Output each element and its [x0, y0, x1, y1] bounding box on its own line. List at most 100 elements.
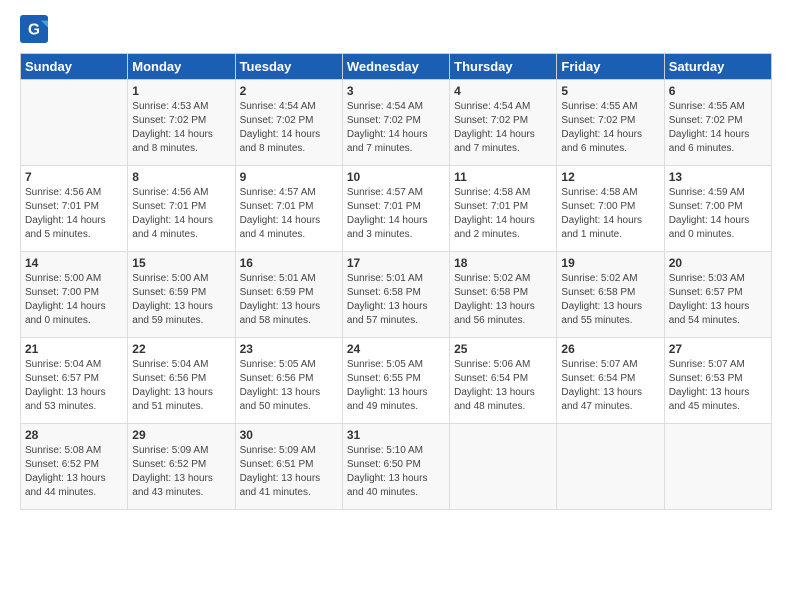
day-number: 18	[454, 256, 552, 270]
day-info: Sunrise: 5:03 AM Sunset: 6:57 PM Dayligh…	[669, 272, 767, 328]
day-number: 19	[561, 256, 659, 270]
day-number: 25	[454, 342, 552, 356]
day-info: Sunrise: 4:53 AM Sunset: 7:02 PM Dayligh…	[132, 100, 230, 156]
header: G	[20, 15, 772, 43]
day-info: Sunrise: 5:02 AM Sunset: 6:58 PM Dayligh…	[454, 272, 552, 328]
day-number: 13	[669, 170, 767, 184]
day-cell: 23Sunrise: 5:05 AM Sunset: 6:56 PM Dayli…	[235, 338, 342, 424]
day-cell: 9 Sunrise: 4:57 AM Sunset: 7:01 PM Daylig…	[235, 166, 342, 252]
day-info: Sunrise: 4:55 AM Sunset: 7:02 PM Dayligh…	[669, 100, 767, 156]
day-number: 3	[347, 84, 445, 98]
day-cell: 11 Sunrise: 4:58 AM Sunset: 7:01 PM Dayli…	[450, 166, 557, 252]
day-cell: 24 Sunrise: 5:05 AM Sunset: 6:55 PM Dayli…	[342, 338, 449, 424]
logo: G	[20, 15, 52, 43]
day-info: Sunrise: 4:54 AM Sunset: 7:02 PM Dayligh…	[454, 100, 552, 156]
weekday-header-monday: Monday	[128, 54, 235, 80]
day-info: Sunrise: 5:09 AM Sunset: 6:51 PM Dayligh…	[240, 444, 338, 500]
day-number: 6	[669, 84, 767, 98]
day-number: 16	[240, 256, 338, 270]
day-number: 31	[347, 428, 445, 442]
day-cell: 27Sunrise: 5:07 AM Sunset: 6:53 PM Dayli…	[664, 338, 771, 424]
day-cell: 13 Sunrise: 4:59 AM Sunset: 7:00 PM Dayli…	[664, 166, 771, 252]
page-container: G SundayMondayTuesdayWednesdayThursdayFr…	[0, 0, 792, 520]
week-row-3: 14Sunrise: 5:00 AM Sunset: 7:00 PM Dayli…	[21, 252, 772, 338]
week-row-1: 1 Sunrise: 4:53 AM Sunset: 7:02 PM Daylig…	[21, 80, 772, 166]
weekday-header-row: SundayMondayTuesdayWednesdayThursdayFrid…	[21, 54, 772, 80]
day-cell: 21 Sunrise: 5:04 AM Sunset: 6:57 PM Dayli…	[21, 338, 128, 424]
day-cell: 15 Sunrise: 5:00 AM Sunset: 6:59 PM Dayli…	[128, 252, 235, 338]
week-row-4: 21 Sunrise: 5:04 AM Sunset: 6:57 PM Dayli…	[21, 338, 772, 424]
day-info: Sunrise: 5:07 AM Sunset: 6:54 PM Dayligh…	[561, 358, 659, 414]
day-info: Sunrise: 4:54 AM Sunset: 7:02 PM Dayligh…	[347, 100, 445, 156]
logo-icon: G	[20, 15, 48, 43]
day-number: 11	[454, 170, 552, 184]
svg-text:G: G	[28, 22, 40, 39]
day-info: Sunrise: 4:58 AM Sunset: 7:01 PM Dayligh…	[454, 186, 552, 242]
day-info: Sunrise: 5:04 AM Sunset: 6:57 PM Dayligh…	[25, 358, 123, 414]
day-info: Sunrise: 4:58 AM Sunset: 7:00 PM Dayligh…	[561, 186, 659, 242]
day-number: 20	[669, 256, 767, 270]
day-cell: 26 Sunrise: 5:07 AM Sunset: 6:54 PM Dayli…	[557, 338, 664, 424]
day-info: Sunrise: 4:59 AM Sunset: 7:00 PM Dayligh…	[669, 186, 767, 242]
day-cell: 18 Sunrise: 5:02 AM Sunset: 6:58 PM Dayli…	[450, 252, 557, 338]
weekday-header-sunday: Sunday	[21, 54, 128, 80]
day-cell: 30 Sunrise: 5:09 AM Sunset: 6:51 PM Dayli…	[235, 424, 342, 510]
day-cell: 20 Sunrise: 5:03 AM Sunset: 6:57 PM Dayli…	[664, 252, 771, 338]
day-cell: 16Sunrise: 5:01 AM Sunset: 6:59 PM Dayli…	[235, 252, 342, 338]
day-number: 27	[669, 342, 767, 356]
day-cell: 3 Sunrise: 4:54 AM Sunset: 7:02 PM Daylig…	[342, 80, 449, 166]
day-number: 17	[347, 256, 445, 270]
day-number: 22	[132, 342, 230, 356]
day-info: Sunrise: 5:02 AM Sunset: 6:58 PM Dayligh…	[561, 272, 659, 328]
day-info: Sunrise: 5:00 AM Sunset: 6:59 PM Dayligh…	[132, 272, 230, 328]
day-cell: 22 Sunrise: 5:04 AM Sunset: 6:56 PM Dayli…	[128, 338, 235, 424]
day-info: Sunrise: 4:56 AM Sunset: 7:01 PM Dayligh…	[132, 186, 230, 242]
day-number: 21	[25, 342, 123, 356]
day-cell: 1 Sunrise: 4:53 AM Sunset: 7:02 PM Daylig…	[128, 80, 235, 166]
day-info: Sunrise: 4:54 AM Sunset: 7:02 PM Dayligh…	[240, 100, 338, 156]
day-number: 4	[454, 84, 552, 98]
day-cell: 5 Sunrise: 4:55 AM Sunset: 7:02 PM Daylig…	[557, 80, 664, 166]
day-info: Sunrise: 5:01 AM Sunset: 6:58 PM Dayligh…	[347, 272, 445, 328]
day-info: Sunrise: 5:06 AM Sunset: 6:54 PM Dayligh…	[454, 358, 552, 414]
weekday-header-saturday: Saturday	[664, 54, 771, 80]
day-info: Sunrise: 4:57 AM Sunset: 7:01 PM Dayligh…	[347, 186, 445, 242]
day-cell: 7 Sunrise: 4:56 AM Sunset: 7:01 PM Daylig…	[21, 166, 128, 252]
day-cell: 31Sunrise: 5:10 AM Sunset: 6:50 PM Dayli…	[342, 424, 449, 510]
day-number: 5	[561, 84, 659, 98]
day-number: 26	[561, 342, 659, 356]
weekday-header-friday: Friday	[557, 54, 664, 80]
week-row-5: 28 Sunrise: 5:08 AM Sunset: 6:52 PM Dayli…	[21, 424, 772, 510]
day-number: 24	[347, 342, 445, 356]
day-cell: 2Sunrise: 4:54 AM Sunset: 7:02 PM Daylig…	[235, 80, 342, 166]
day-cell	[664, 424, 771, 510]
day-info: Sunrise: 4:55 AM Sunset: 7:02 PM Dayligh…	[561, 100, 659, 156]
day-info: Sunrise: 5:08 AM Sunset: 6:52 PM Dayligh…	[25, 444, 123, 500]
day-number: 10	[347, 170, 445, 184]
day-info: Sunrise: 4:57 AM Sunset: 7:01 PM Dayligh…	[240, 186, 338, 242]
day-info: Sunrise: 5:04 AM Sunset: 6:56 PM Dayligh…	[132, 358, 230, 414]
day-cell: 28 Sunrise: 5:08 AM Sunset: 6:52 PM Dayli…	[21, 424, 128, 510]
day-number: 15	[132, 256, 230, 270]
day-number: 1	[132, 84, 230, 98]
weekday-header-tuesday: Tuesday	[235, 54, 342, 80]
day-number: 12	[561, 170, 659, 184]
day-info: Sunrise: 4:56 AM Sunset: 7:01 PM Dayligh…	[25, 186, 123, 242]
day-cell: 29 Sunrise: 5:09 AM Sunset: 6:52 PM Dayli…	[128, 424, 235, 510]
day-cell: 10 Sunrise: 4:57 AM Sunset: 7:01 PM Dayli…	[342, 166, 449, 252]
day-number: 28	[25, 428, 123, 442]
day-cell: 8Sunrise: 4:56 AM Sunset: 7:01 PM Daylig…	[128, 166, 235, 252]
day-info: Sunrise: 5:05 AM Sunset: 6:55 PM Dayligh…	[347, 358, 445, 414]
day-cell: 19 Sunrise: 5:02 AM Sunset: 6:58 PM Dayli…	[557, 252, 664, 338]
day-cell: 6 Sunrise: 4:55 AM Sunset: 7:02 PM Daylig…	[664, 80, 771, 166]
day-number: 7	[25, 170, 123, 184]
day-cell: 12 Sunrise: 4:58 AM Sunset: 7:00 PM Dayli…	[557, 166, 664, 252]
day-info: Sunrise: 5:09 AM Sunset: 6:52 PM Dayligh…	[132, 444, 230, 500]
day-cell: 25 Sunrise: 5:06 AM Sunset: 6:54 PM Dayli…	[450, 338, 557, 424]
calendar-table: SundayMondayTuesdayWednesdayThursdayFrid…	[20, 53, 772, 510]
day-number: 14	[25, 256, 123, 270]
day-number: 30	[240, 428, 338, 442]
day-number: 9	[240, 170, 338, 184]
week-row-2: 7 Sunrise: 4:56 AM Sunset: 7:01 PM Daylig…	[21, 166, 772, 252]
day-number: 29	[132, 428, 230, 442]
